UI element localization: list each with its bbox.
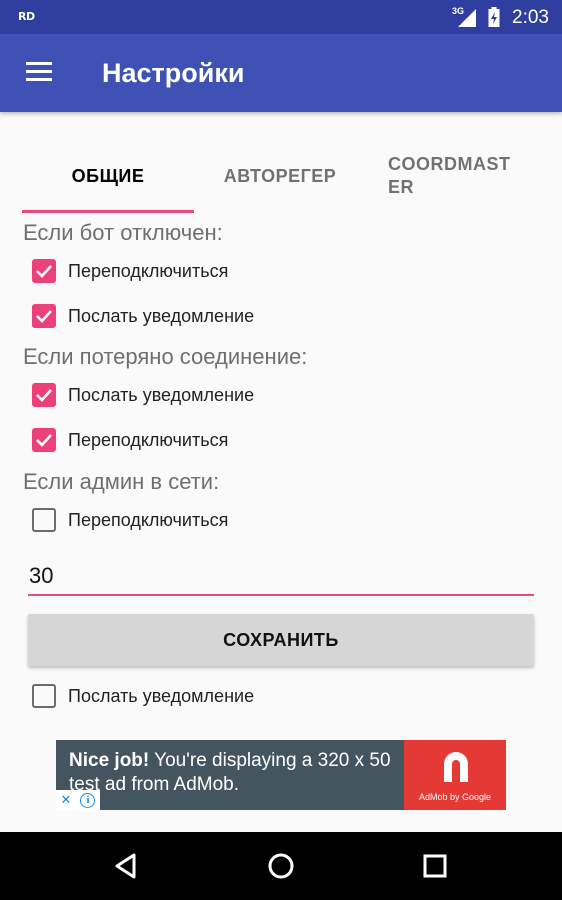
tab-indicator xyxy=(22,210,194,213)
ad-banner[interactable]: Nice job! You're displaying a 320 x 50 t… xyxy=(56,740,506,810)
admob-caption: AdMob by Google xyxy=(418,792,492,802)
tab-autoreger[interactable]: АВТОРЕГЕР xyxy=(194,140,366,212)
tab-coordmaster[interactable]: COORDMASTER xyxy=(366,140,542,212)
checkbox-label: Послать уведомление xyxy=(68,384,255,405)
checkbox-label: Переподключиться xyxy=(68,509,229,530)
clock: 2:03 xyxy=(512,7,549,28)
app-bar: Настройки xyxy=(0,34,562,112)
back-icon[interactable] xyxy=(112,850,144,882)
close-icon[interactable]: ✕ xyxy=(61,790,72,810)
info-icon[interactable]: i xyxy=(80,792,96,808)
ad-headline: Nice job! xyxy=(69,750,150,771)
checkbox-bot-notify[interactable]: Послать уведомление xyxy=(32,300,254,332)
battery-icon xyxy=(488,7,500,27)
checkbox-conn-notify[interactable]: Послать уведомление xyxy=(32,379,254,411)
delay-input[interactable] xyxy=(28,558,534,596)
carrier-label: RD xyxy=(18,10,35,23)
recents-icon[interactable] xyxy=(419,850,451,882)
navigation-bar xyxy=(0,832,562,900)
checkbox-admin-reconnect[interactable]: Переподключиться xyxy=(32,504,228,536)
checkbox-checked-icon[interactable] xyxy=(32,383,56,407)
tab-general[interactable]: ОБЩИЕ xyxy=(22,140,194,212)
checkbox-bottom-notify[interactable]: Послать уведомление xyxy=(32,680,254,712)
section-title-connection-lost: Если потеряно соединение: xyxy=(23,344,308,369)
checkbox-checked-icon[interactable] xyxy=(32,428,56,452)
checkbox-unchecked-icon[interactable] xyxy=(32,684,56,708)
section-title-admin-online: Если админ в сети: xyxy=(23,469,220,494)
admob-brand-panel: AdMob by Google xyxy=(404,740,506,810)
tab-coordmaster-label: COORDMASTER xyxy=(388,154,511,197)
status-bar: RD 3G 2:03 xyxy=(0,0,562,34)
checkbox-label: Послать уведомление xyxy=(68,305,255,326)
ad-close-area[interactable]: ✕ i xyxy=(56,790,100,810)
tab-bar: ОБЩИЕ АВТОРЕГЕР COORDMASTER xyxy=(22,140,542,215)
hamburger-menu-icon[interactable] xyxy=(26,62,52,82)
checkbox-bot-reconnect[interactable]: Переподключиться xyxy=(32,255,228,287)
signal-icon xyxy=(458,9,476,27)
checkbox-unchecked-icon[interactable] xyxy=(32,508,56,532)
checkbox-label: Послать уведомление xyxy=(68,685,255,706)
checkbox-label: Переподключиться xyxy=(68,260,229,281)
checkbox-label: Переподключиться xyxy=(68,429,229,450)
admob-logo-icon xyxy=(444,752,468,782)
checkbox-checked-icon[interactable] xyxy=(32,259,56,283)
page-title: Настройки xyxy=(102,58,245,88)
section-title-bot-disconnected: Если бот отключен: xyxy=(23,220,223,245)
ad-text: Nice job! You're displaying a 320 x 50 t… xyxy=(69,749,404,797)
checkbox-checked-icon[interactable] xyxy=(32,304,56,328)
checkbox-conn-reconnect[interactable]: Переподключиться xyxy=(32,424,228,456)
home-icon[interactable] xyxy=(265,850,297,882)
save-button[interactable]: СОХРАНИТЬ xyxy=(28,614,534,666)
